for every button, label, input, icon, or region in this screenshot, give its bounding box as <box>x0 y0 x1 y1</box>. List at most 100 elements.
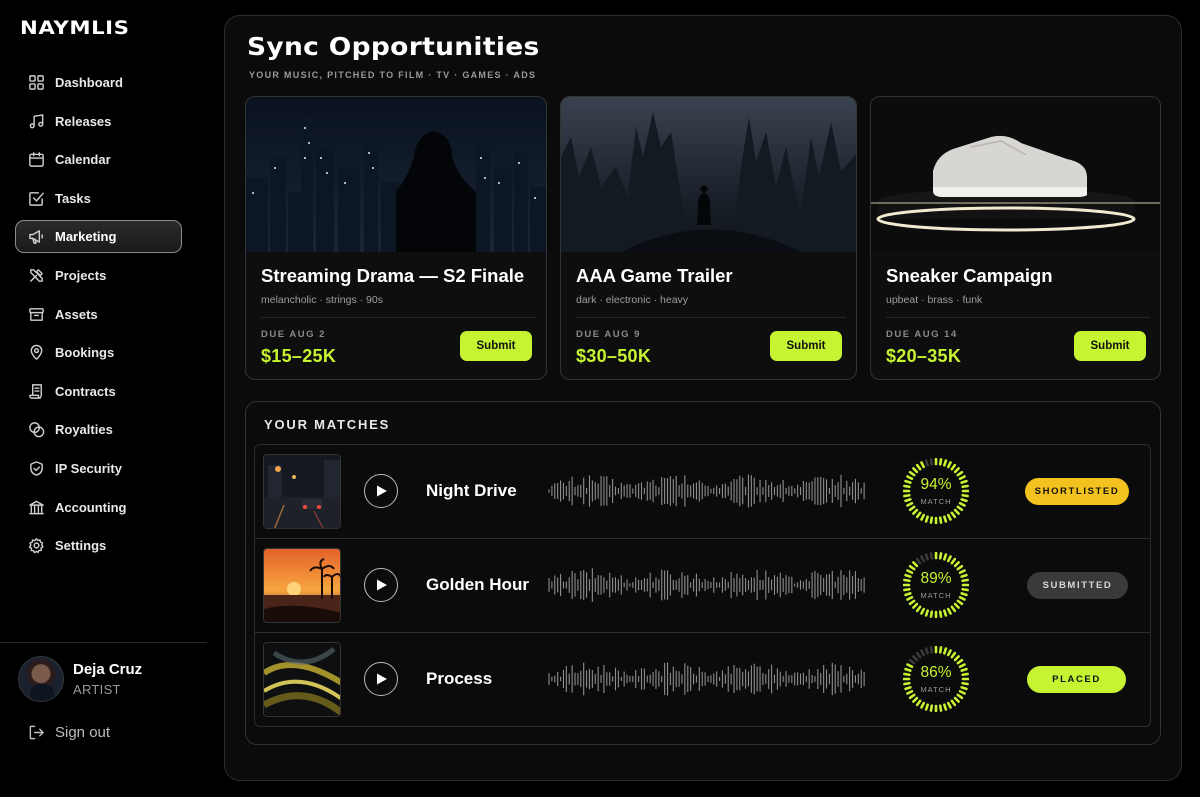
brand-logo[interactable]: NAYMLIS <box>20 17 130 39</box>
gauge-tick <box>946 555 952 563</box>
card-price: $30–50K <box>576 346 652 366</box>
match-label: MATCH <box>920 591 952 600</box>
sidebar-item-label: Releases <box>55 113 112 129</box>
gauge-tick <box>915 699 922 707</box>
gauge-tick <box>938 646 943 654</box>
gauge-tick <box>956 564 964 571</box>
sidebar-item-settings[interactable]: Settings <box>15 529 182 562</box>
card-divider <box>576 317 846 318</box>
play-button[interactable] <box>364 662 398 696</box>
sign-out-label: Sign out <box>55 724 111 741</box>
gauge-tick <box>956 658 964 665</box>
submit-button[interactable]: Submit <box>1074 331 1146 361</box>
opportunity-card[interactable]: Sneaker Campaign upbeat · brass · funk D… <box>870 96 1161 380</box>
gauge-tick <box>924 647 929 655</box>
card-due-date: DUE AUG 2 <box>261 329 326 340</box>
match-row[interactable]: Process 86% MATCH PLACED <box>255 633 1150 727</box>
gauge-tick <box>929 704 934 712</box>
gauge-tick <box>938 458 943 466</box>
sidebar-item-releases[interactable]: Releases <box>15 105 182 138</box>
match-label: MATCH <box>920 497 952 506</box>
sidebar-item-bookings[interactable]: Bookings <box>15 336 182 369</box>
track-artwork-night-street <box>263 454 341 529</box>
card-image-sneaker <box>871 97 1160 252</box>
gauge-tick <box>920 513 926 521</box>
gauge-tick <box>961 587 969 592</box>
gauge-tick <box>953 696 960 703</box>
match-row[interactable]: Golden Hour 89% MATCH SUBMITTED <box>255 539 1150 633</box>
gauge-tick <box>908 658 916 665</box>
sidebar-item-assets[interactable]: Assets <box>15 298 182 331</box>
play-icon <box>377 485 387 497</box>
play-button[interactable] <box>364 474 398 508</box>
gauge-tick <box>943 647 948 655</box>
gauge-tick <box>929 516 934 524</box>
submit-button[interactable]: Submit <box>770 331 842 361</box>
sign-out-button[interactable]: Sign out <box>28 724 110 741</box>
gauge-tick <box>915 557 922 565</box>
gauge-tick <box>908 564 916 571</box>
sidebar-item-tasks[interactable]: Tasks <box>15 182 182 215</box>
gauge-tick <box>950 651 957 659</box>
gauge-tick <box>915 605 922 613</box>
gauge-tick <box>929 610 934 618</box>
sidebar-item-royalties[interactable]: Royalties <box>15 413 182 446</box>
sidebar-item-marketing[interactable]: Marketing <box>15 220 182 254</box>
sidebar-item-label: Calendar <box>55 152 111 168</box>
status-badge: PLACED <box>1027 666 1126 693</box>
gauge-tick <box>946 513 952 521</box>
megaphone-icon <box>27 228 45 246</box>
gauge-tick <box>950 699 957 707</box>
waveform[interactable] <box>547 473 869 509</box>
sign-out-icon <box>29 725 44 740</box>
gauge-tick <box>920 555 926 563</box>
card-price: $20–35K <box>886 346 962 366</box>
shield-icon <box>27 459 45 477</box>
archive-icon <box>27 305 45 323</box>
sidebar-nav: Dashboard Releases Calendar Tasks Market… <box>15 66 182 568</box>
match-gauge: 86% MATCH <box>902 645 970 713</box>
sidebar-item-dashboard[interactable]: Dashboard <box>15 66 182 99</box>
match-label: MATCH <box>920 685 952 694</box>
matches-title: YOUR MATCHES <box>264 417 391 432</box>
waveform[interactable] <box>547 661 869 697</box>
gauge-tick <box>920 649 926 657</box>
sidebar-item-label: Marketing <box>55 229 117 245</box>
submit-button[interactable]: Submit <box>460 331 532 361</box>
match-percent: 86% <box>920 664 952 681</box>
gauge-tick <box>912 467 919 474</box>
sidebar-item-contracts[interactable]: Contracts <box>15 375 182 408</box>
user-role: ARTIST <box>73 682 121 697</box>
track-name: Process <box>426 669 493 688</box>
gauge-tick <box>946 701 952 709</box>
gauge-tick <box>912 655 919 662</box>
gauge-tick <box>924 609 929 617</box>
gauge-tick <box>950 463 957 471</box>
match-row[interactable]: Night Drive 94% MATCH SHORTLISTED <box>255 445 1150 539</box>
match-gauge: 89% MATCH <box>902 551 970 619</box>
match-gauge: 94% MATCH <box>902 457 970 525</box>
user-profile[interactable]: Deja Cruz ARTIST <box>18 656 142 702</box>
card-price: $15–25K <box>261 346 337 366</box>
gauge-tick <box>961 493 969 498</box>
calendar-icon <box>27 151 45 169</box>
scroll-icon <box>27 382 45 400</box>
gauge-tick <box>903 587 911 592</box>
gauge-tick <box>956 599 964 606</box>
sidebar-item-accounting[interactable]: Accounting <box>15 491 182 524</box>
sidebar-item-projects[interactable]: Projects <box>15 259 182 292</box>
waveform[interactable] <box>547 567 869 603</box>
play-button[interactable] <box>364 568 398 602</box>
tools-icon <box>27 266 45 284</box>
card-title: Sneaker Campaign <box>886 265 1053 286</box>
sidebar-item-ip-security[interactable]: IP Security <box>15 452 182 485</box>
gauge-tick <box>953 467 960 474</box>
gauge-tick <box>912 602 919 609</box>
sidebar-item-calendar[interactable]: Calendar <box>15 143 182 176</box>
opportunity-card[interactable]: Streaming Drama — S2 Finale melancholic … <box>245 96 547 380</box>
gauge-tick <box>938 552 943 560</box>
card-title: Streaming Drama — S2 Finale <box>261 265 525 286</box>
opportunity-card[interactable]: AAA Game Trailer dark · electronic · hea… <box>560 96 857 380</box>
sidebar: NAYMLIS Dashboard Releases Calendar Task… <box>0 0 207 797</box>
card-divider <box>886 317 1150 318</box>
